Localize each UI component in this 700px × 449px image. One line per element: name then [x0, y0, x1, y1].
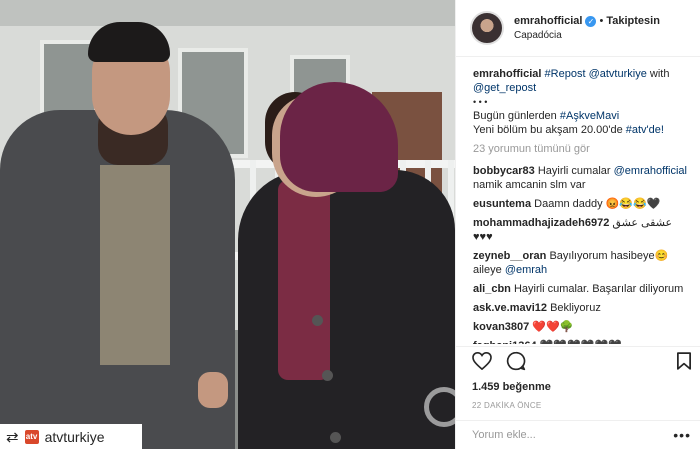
repost-username: atvturkiye: [44, 428, 105, 445]
hashtag-link[interactable]: #atv'de!: [626, 124, 664, 136]
add-comment-bar: •••: [456, 420, 700, 449]
coat-button: [330, 432, 341, 443]
comment-username[interactable]: ask.ve.mavi12: [473, 302, 547, 314]
comment-text: Daamn daddy 😡😂😂🖤: [534, 198, 661, 210]
comments-list: emrahofficial #Repost @atvturkiye with @…: [456, 57, 700, 344]
location-link[interactable]: Capadócia: [514, 30, 660, 41]
post-actions: 1.459 beğenme 22 DAKİKA ÖNCE: [456, 346, 700, 410]
comment-username[interactable]: bobbycar83: [473, 165, 535, 177]
coat-button: [322, 370, 333, 381]
comment-item: kovan3807 ❤️❤️🌳: [473, 320, 690, 334]
avatar[interactable]: [470, 11, 504, 45]
likes-count[interactable]: 1.459 beğenme: [472, 381, 691, 393]
comment-item: eusuntema Daamn daddy 😡😂😂🖤: [473, 197, 690, 211]
bookmark-icon[interactable]: [677, 351, 691, 375]
comment-username[interactable]: eusuntema: [473, 198, 531, 210]
man-hair: [88, 22, 170, 62]
separator-dot: •: [599, 15, 604, 27]
caption-text: Bugün günlerden: [473, 110, 557, 122]
woman-scarf: [278, 180, 330, 380]
comment-text: namik amcanin slm var: [473, 179, 586, 191]
comment-username[interactable]: mohammadhajizadeh6972: [473, 217, 609, 229]
hashtag-link[interactable]: #AşkveMavi: [560, 110, 619, 122]
comment-text: Hayirli cumalar: [537, 165, 611, 177]
post-timestamp[interactable]: 22 DAKİKA ÖNCE: [472, 401, 691, 410]
comment-icon[interactable]: [506, 351, 526, 376]
caption-username[interactable]: emrahofficial: [473, 68, 541, 80]
caption-text: with: [649, 68, 670, 80]
repost-tag: ⇄ atv atvturkiye: [0, 424, 142, 449]
caption-dots: • • •: [473, 97, 488, 107]
man-sweater: [100, 165, 170, 365]
comment-username[interactable]: ali_cbn: [473, 283, 511, 295]
comment-text: ❤️❤️🌳: [532, 321, 574, 333]
comment-item: ali_cbn Hayirli cumalar. Başarılar diliy…: [473, 282, 690, 296]
hashtag-link[interactable]: #Repost: [545, 68, 586, 80]
mention-link[interactable]: @emrah: [505, 264, 547, 276]
post-photo[interactable]: ⇄ atv atvturkiye: [0, 0, 455, 449]
mention-link[interactable]: @get_repost: [473, 82, 536, 94]
building-roof: [0, 0, 455, 26]
instagram-post: ⇄ atv atvturkiye emrahofficial ✓ • Takip…: [0, 0, 700, 449]
comment-input[interactable]: [472, 429, 674, 441]
repost-icon: ⇄: [6, 428, 19, 446]
comment-username[interactable]: kovan3807: [473, 321, 529, 333]
comment-item: faghani1364 🖤🖤🖤🖤🖤🖤: [473, 339, 690, 344]
verified-badge-icon: ✓: [585, 15, 597, 27]
atv-logo-icon: atv: [24, 429, 39, 444]
comment-text: Hayirli cumalar. Başarılar diliyorum: [513, 283, 684, 295]
coat-button: [312, 315, 323, 326]
caption-text: Yeni bölüm bu akşam 20.00'de: [473, 124, 623, 136]
heart-icon[interactable]: [472, 351, 492, 375]
header-username[interactable]: emrahofficial: [514, 15, 582, 27]
woman-figure: [238, 170, 455, 449]
mention-link[interactable]: @emrahofficial: [614, 165, 687, 177]
post-header: emrahofficial ✓ • Takiptesin Capadócia: [456, 0, 700, 57]
comment-text: 🖤🖤🖤🖤🖤🖤: [540, 340, 622, 344]
more-options-icon[interactable]: •••: [673, 427, 691, 443]
caption: emrahofficial #Repost @atvturkiye with @…: [473, 67, 690, 137]
comment-username[interactable]: zeyneb__oran: [473, 250, 546, 262]
comment-username[interactable]: faghani1364: [473, 340, 537, 344]
post-sidebar: emrahofficial ✓ • Takiptesin Capadócia e…: [455, 0, 700, 449]
comment-item: mohammadhajizadeh6972 عشقی عشق ♥♥♥: [473, 216, 690, 244]
comment-text: Bekliyoruz: [550, 302, 601, 314]
view-all-comments-link[interactable]: 23 yorumun tümünü gör: [473, 142, 690, 156]
comment-item: ask.ve.mavi12 Bekliyoruz: [473, 301, 690, 315]
comment-item: bobbycar83 Hayirli cumalar @emrahofficia…: [473, 164, 690, 192]
mention-link[interactable]: @atvturkiye: [589, 68, 647, 80]
comment-item: zeyneb__oran Bayılıyorum hasibeye😊aileye…: [473, 249, 690, 277]
following-button[interactable]: Takiptesin: [606, 15, 660, 27]
man-hand: [198, 372, 228, 408]
